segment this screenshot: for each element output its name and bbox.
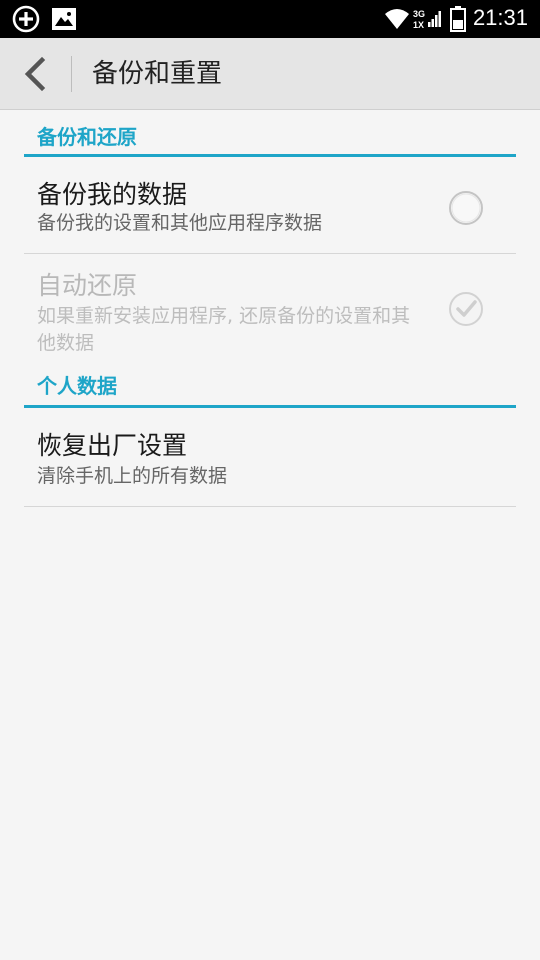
action-bar-divider: [71, 56, 72, 92]
status-bar: 3G 1X 21:31: [0, 0, 540, 38]
item-summary: 备份我的设置和其他应用程序数据: [37, 212, 323, 234]
checked-circle-icon: [449, 292, 483, 326]
auto-restore-item: 自动还原 如果重新安装应用程序, 还原备份的设置和其他数据: [24, 254, 516, 364]
action-bar: 备份和重置: [0, 38, 540, 110]
item-summary: 清除手机上的所有数据: [37, 465, 228, 487]
item-title: 恢复出厂设置: [37, 431, 188, 460]
section-header-personal: 个人数据: [24, 364, 516, 408]
item-title: 自动还原: [37, 271, 138, 300]
section-header-label: 个人数据: [37, 374, 117, 398]
section-header-label: 备份和还原: [37, 125, 137, 149]
back-button[interactable]: [14, 52, 58, 96]
network-type-top: 3G: [413, 9, 426, 19]
page-title: 备份和重置: [92, 59, 223, 89]
back-arrow-icon: [24, 56, 46, 92]
wifi-icon: [385, 9, 409, 29]
battery-icon: [450, 6, 466, 32]
image-icon: [52, 8, 76, 30]
settings-list: 备份和还原 备份我的数据 备份我的设置和其他应用程序数据 自动还原 如果重新安装…: [24, 110, 516, 507]
item-title: 备份我的数据: [37, 180, 188, 209]
signal-icon: [428, 11, 441, 27]
add-circle-icon: [12, 5, 40, 33]
status-time: 21:31: [472, 5, 528, 30]
network-type-bottom: 1X: [413, 20, 425, 30]
factory-reset-item[interactable]: 恢复出厂设置 清除手机上的所有数据: [24, 408, 516, 507]
item-summary: 如果重新安装应用程序, 还原备份的设置和其他数据: [37, 305, 411, 354]
section-header-backup: 备份和还原: [24, 110, 516, 157]
unchecked-circle-icon[interactable]: [448, 190, 484, 226]
backup-my-data-item[interactable]: 备份我的数据 备份我的设置和其他应用程序数据: [24, 157, 516, 254]
